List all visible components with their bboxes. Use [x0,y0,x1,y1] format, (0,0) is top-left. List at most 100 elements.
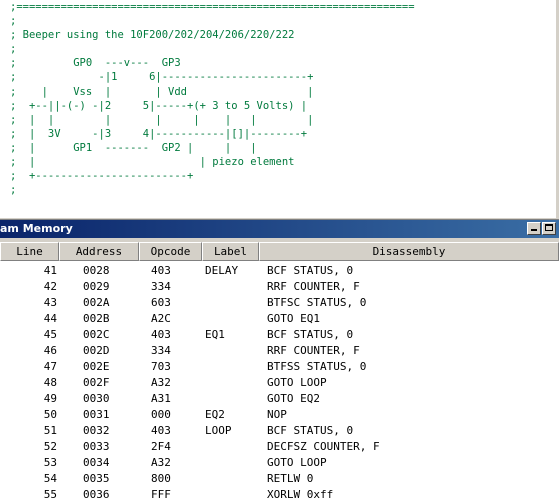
table-header: Line Address Opcode Label Disassembly [0,242,559,261]
table-row[interactable]: 44 002B A2C GOTO EQ1 [0,311,559,327]
cell-line: 47 [43,360,57,373]
source-editor[interactable]: ;=======================================… [0,0,559,218]
header-opcode[interactable]: Opcode [139,242,202,261]
minimize-button[interactable] [527,222,541,235]
cell-address: 0029 [83,280,110,293]
cell-address: 002F [83,376,110,389]
code-line[interactable]: ; -|1 6|-----------------------+ [10,70,415,84]
cell-opcode: A32 [151,456,171,469]
cell-disassembly: XORLW 0xff [267,488,334,501]
cell-disassembly: GOTO LOOP [267,376,327,389]
cell-address: 0034 [83,456,110,469]
cell-opcode: A31 [151,392,171,405]
table-row[interactable]: 43 002A 603 BTFSC STATUS, 0 [0,295,559,311]
code-line[interactable]: ; +--||-(-) -|2 5|-----+(+ 3 to 5 Volts)… [10,99,415,113]
cell-line: 55 [43,488,57,501]
maximize-button[interactable] [542,222,556,235]
table-row[interactable]: 46 002D 334 RRF COUNTER, F [0,343,559,359]
code-line[interactable]: ; GP0 ---v--- GP3 [10,56,415,70]
cell-line: 42 [43,280,57,293]
cell-disassembly: BCF STATUS, 0 [267,328,354,341]
cell-line: 43 [43,296,57,309]
cell-disassembly: GOTO LOOP [267,456,327,469]
title-bar[interactable]: am Memory [0,220,559,238]
cell-line: 49 [43,392,57,405]
cell-opcode: 403 [151,264,171,277]
cell-line: 51 [43,424,57,437]
code-line[interactable]: ; | GP1 ------- GP2 | | | [10,141,415,155]
table-row[interactable]: 41 0028 403 DELAY BCF STATUS, 0 [0,263,559,279]
program-memory-window: am Memory Line Address Opcode Label Disa… [0,219,559,503]
cell-opcode: 334 [151,280,171,293]
cell-line: 46 [43,344,57,357]
cell-label: DELAY [205,264,239,277]
header-label[interactable]: Label [202,242,259,261]
minimize-icon [531,229,537,231]
header-address[interactable]: Address [59,242,139,261]
code-line[interactable]: ; | 3V -|3 4|-----------|[]|--------+ [10,127,415,141]
cell-address: 0032 [83,424,110,437]
cell-line: 44 [43,312,57,325]
cell-opcode: FFF [151,488,171,501]
cell-address: 002B [83,312,110,325]
code-line[interactable]: ; | | | | | | | | [10,113,415,127]
table-row[interactable]: 52 0033 2F4 DECFSZ COUNTER, F [0,439,559,455]
code-line[interactable]: ; +------------------------+ [10,169,415,183]
cell-disassembly: RRF COUNTER, F [267,344,360,357]
code-line[interactable]: ;=======================================… [10,0,415,14]
table-row[interactable]: 53 0034 A32 GOTO LOOP [0,455,559,471]
table-row[interactable]: 50 0031 000 EQ2 NOP [0,407,559,423]
cell-opcode: A2C [151,312,171,325]
table-row[interactable]: 55 0036 FFF XORLW 0xff [0,487,559,503]
table-row[interactable]: 47 002E 703 BTFSS STATUS, 0 [0,359,559,375]
cell-line: 41 [43,264,57,277]
window-title: am Memory [0,222,73,235]
cell-address: 0030 [83,392,110,405]
cell-line: 50 [43,408,57,421]
table-row[interactable]: 54 0035 800 RETLW 0 [0,471,559,487]
code-line[interactable]: ; | | piezo element [10,155,415,169]
cell-disassembly: RETLW 0 [267,472,314,485]
cell-disassembly: GOTO EQ1 [267,312,320,325]
table-body: 41 0028 403 DELAY BCF STATUS, 0 42 0029 334 RRF… [0,263,559,503]
code-line[interactable]: ; [10,14,415,28]
cell-opcode: 334 [151,344,171,357]
cell-line: 54 [43,472,57,485]
cell-address: 0035 [83,472,110,485]
code-line[interactable]: ; [10,183,415,197]
cell-disassembly: BCF STATUS, 0 [267,424,354,437]
code-text[interactable]: ;=======================================… [10,0,415,197]
cell-address: 0031 [83,408,110,421]
cell-opcode: 603 [151,296,171,309]
cell-line: 52 [43,440,57,453]
cell-address: 002A [83,296,110,309]
cell-address: 0028 [83,264,110,277]
cell-opcode: 703 [151,360,171,373]
cell-address: 0036 [83,488,110,501]
cell-address: 0033 [83,440,110,453]
table-row[interactable]: 49 0030 A31 GOTO EQ2 [0,391,559,407]
cell-line: 45 [43,328,57,341]
cell-disassembly: NOP [267,408,287,421]
header-line[interactable]: Line [0,242,59,261]
table-row[interactable]: 48 002F A32 GOTO LOOP [0,375,559,391]
table-row[interactable]: 45 002C 403 EQ1 BCF STATUS, 0 [0,327,559,343]
cell-disassembly: GOTO EQ2 [267,392,320,405]
memory-table: Line Address Opcode Label Disassembly 41… [0,242,559,503]
cell-address: 002D [83,344,110,357]
code-line[interactable]: ; Beeper using the 10F200/202/204/206/22… [10,28,415,42]
cell-label: EQ1 [205,328,225,341]
cell-disassembly: BCF STATUS, 0 [267,264,354,277]
code-line[interactable]: ; | Vss | | Vdd | [10,85,415,99]
cell-disassembly: BTFSC STATUS, 0 [267,296,367,309]
table-row[interactable]: 51 0032 403 LOOP BCF STATUS, 0 [0,423,559,439]
maximize-icon [545,224,553,231]
cell-opcode: 403 [151,424,171,437]
cell-disassembly: DECFSZ COUNTER, F [267,440,380,453]
cell-opcode: 800 [151,472,171,485]
cell-disassembly: RRF COUNTER, F [267,280,360,293]
header-disassembly[interactable]: Disassembly [259,242,559,261]
code-line[interactable]: ; [10,42,415,56]
cell-opcode: 403 [151,328,171,341]
table-row[interactable]: 42 0029 334 RRF COUNTER, F [0,279,559,295]
